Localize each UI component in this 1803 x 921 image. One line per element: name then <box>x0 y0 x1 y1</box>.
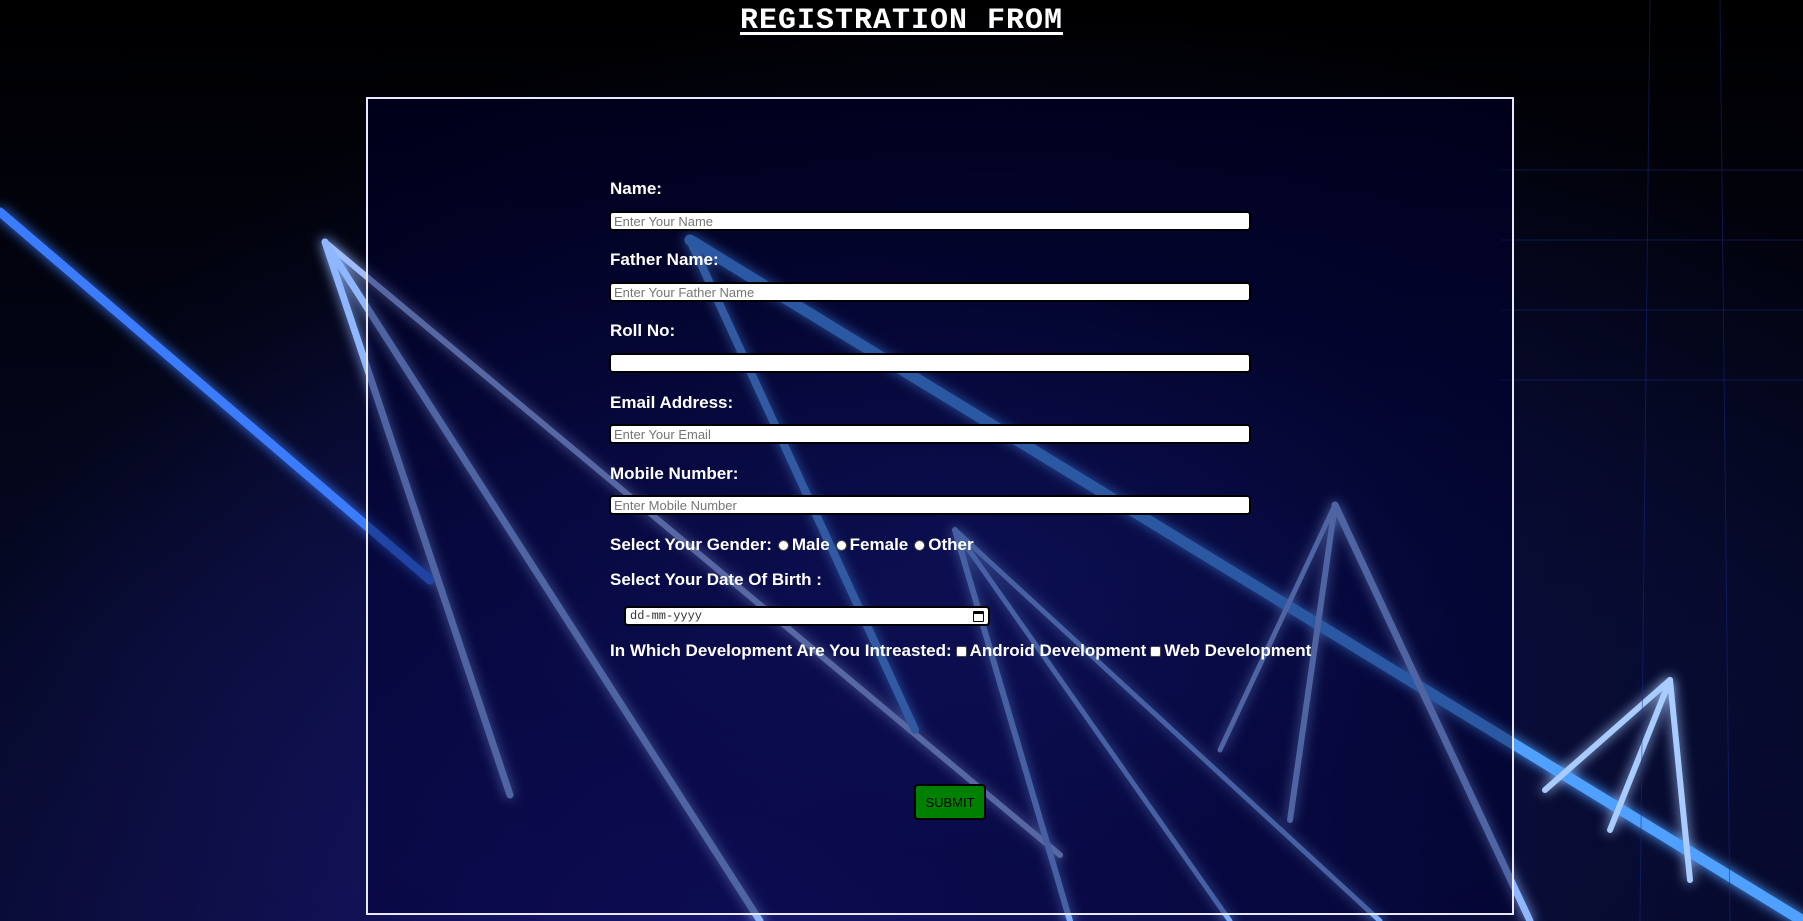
android-development-label: Android Development <box>969 641 1147 660</box>
page-title: REGISTRATION FROM <box>739 4 1064 38</box>
father-name-input[interactable] <box>609 282 1251 302</box>
gender-other-radio[interactable] <box>914 539 926 551</box>
gender-other-label: Other <box>928 535 974 554</box>
web-development-checkbox[interactable] <box>1150 645 1162 657</box>
page-background: REGISTRATION FROM Name: Father Name: Rol… <box>0 0 1803 921</box>
submit-button[interactable]: SUBMIT <box>914 784 986 820</box>
development-row: In Which Development Are You Intreasted:… <box>610 641 1311 661</box>
gender-male-radio[interactable] <box>777 539 789 551</box>
email-label: Email Address: <box>610 393 734 412</box>
roll-no-input[interactable] <box>609 353 1251 373</box>
dob-label: Select Your Date Of Birth : <box>610 570 822 589</box>
web-development-label: Web Development <box>1164 641 1312 660</box>
gender-female-radio[interactable] <box>835 539 847 551</box>
registration-form: Name: Father Name: Roll No: Email Addres… <box>366 97 1514 915</box>
mobile-label: Mobile Number: <box>610 464 739 483</box>
mobile-input[interactable] <box>609 495 1251 515</box>
roll-no-label: Roll No: <box>610 321 676 340</box>
name-input[interactable] <box>609 211 1251 231</box>
android-development-checkbox[interactable] <box>955 645 967 657</box>
gender-male-label: Male <box>791 535 830 554</box>
dob-date-input[interactable]: dd-mm-yyyy <box>624 606 990 626</box>
name-label: Name: <box>610 179 662 198</box>
gender-row: Select Your Gender: Male Female Other <box>610 535 974 555</box>
father-name-label: Father Name: <box>610 250 719 269</box>
gender-label: Select Your Gender: <box>610 535 772 554</box>
calendar-icon[interactable] <box>973 610 984 622</box>
gender-female-label: Female <box>849 535 909 554</box>
development-label: In Which Development Are You Intreasted: <box>610 641 952 660</box>
email-input[interactable] <box>609 424 1251 444</box>
dob-placeholder: dd-mm-yyyy <box>630 609 703 623</box>
